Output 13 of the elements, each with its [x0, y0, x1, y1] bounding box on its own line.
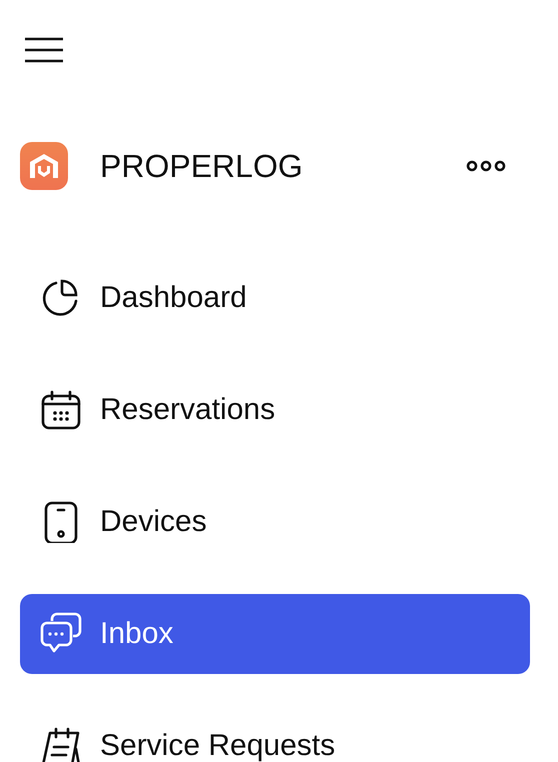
more-button[interactable]	[466, 160, 506, 172]
clipboard-list-icon	[40, 725, 82, 762]
nav-item[interactable]: Dashboard	[20, 258, 530, 338]
nav-item[interactable]: Inbox	[20, 594, 530, 674]
menu-icon	[24, 37, 64, 63]
nav-item[interactable]: Reservations	[20, 370, 530, 450]
nav-item[interactable]: Service Requests	[20, 706, 530, 762]
nav-item[interactable]: Devices	[20, 482, 530, 562]
logo-icon	[20, 142, 68, 190]
calendar-icon	[40, 389, 82, 431]
more-icon	[466, 160, 506, 172]
brand-name: PROPERLOG	[100, 148, 304, 184]
menu-button[interactable]	[24, 37, 64, 63]
